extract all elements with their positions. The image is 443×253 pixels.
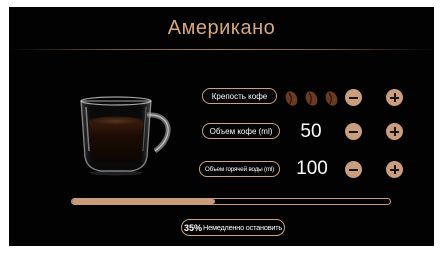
progress-percent: 35% — [184, 222, 203, 233]
coffee-volume-value: 50 — [300, 121, 322, 142]
coffee-volume-label: Объем кофе (ml) — [202, 123, 280, 139]
water-volume-decrease-button[interactable] — [345, 161, 362, 178]
stop-now-label: Немедленно остановить — [203, 223, 282, 232]
strength-label: Крепость кофе — [202, 88, 277, 104]
coffee-bean-icon — [305, 91, 318, 106]
water-volume-increase-button[interactable] — [386, 161, 403, 178]
stop-now-button[interactable]: 35% Немедленно остановить — [181, 219, 285, 236]
strength-decrease-button[interactable] — [345, 89, 362, 106]
water-volume-label: Объем горячей воды (ml) — [199, 161, 280, 177]
brewing-progress-bar — [71, 198, 391, 205]
americano-cup-image — [80, 96, 171, 176]
title-divider — [9, 49, 434, 50]
coffee-volume-decrease-button[interactable] — [345, 123, 362, 140]
drink-title: Американо — [167, 17, 276, 39]
coffee-volume-increase-button[interactable] — [386, 123, 403, 140]
brewing-progress-fill — [72, 199, 216, 204]
coffee-bean-icon — [325, 91, 338, 106]
strength-increase-button[interactable] — [386, 89, 403, 106]
brewing-screen: Американо Крепость кофе Объем кофе (ml) … — [9, 7, 434, 246]
water-volume-value: 100 — [296, 158, 328, 179]
coffee-bean-icon — [285, 91, 298, 106]
